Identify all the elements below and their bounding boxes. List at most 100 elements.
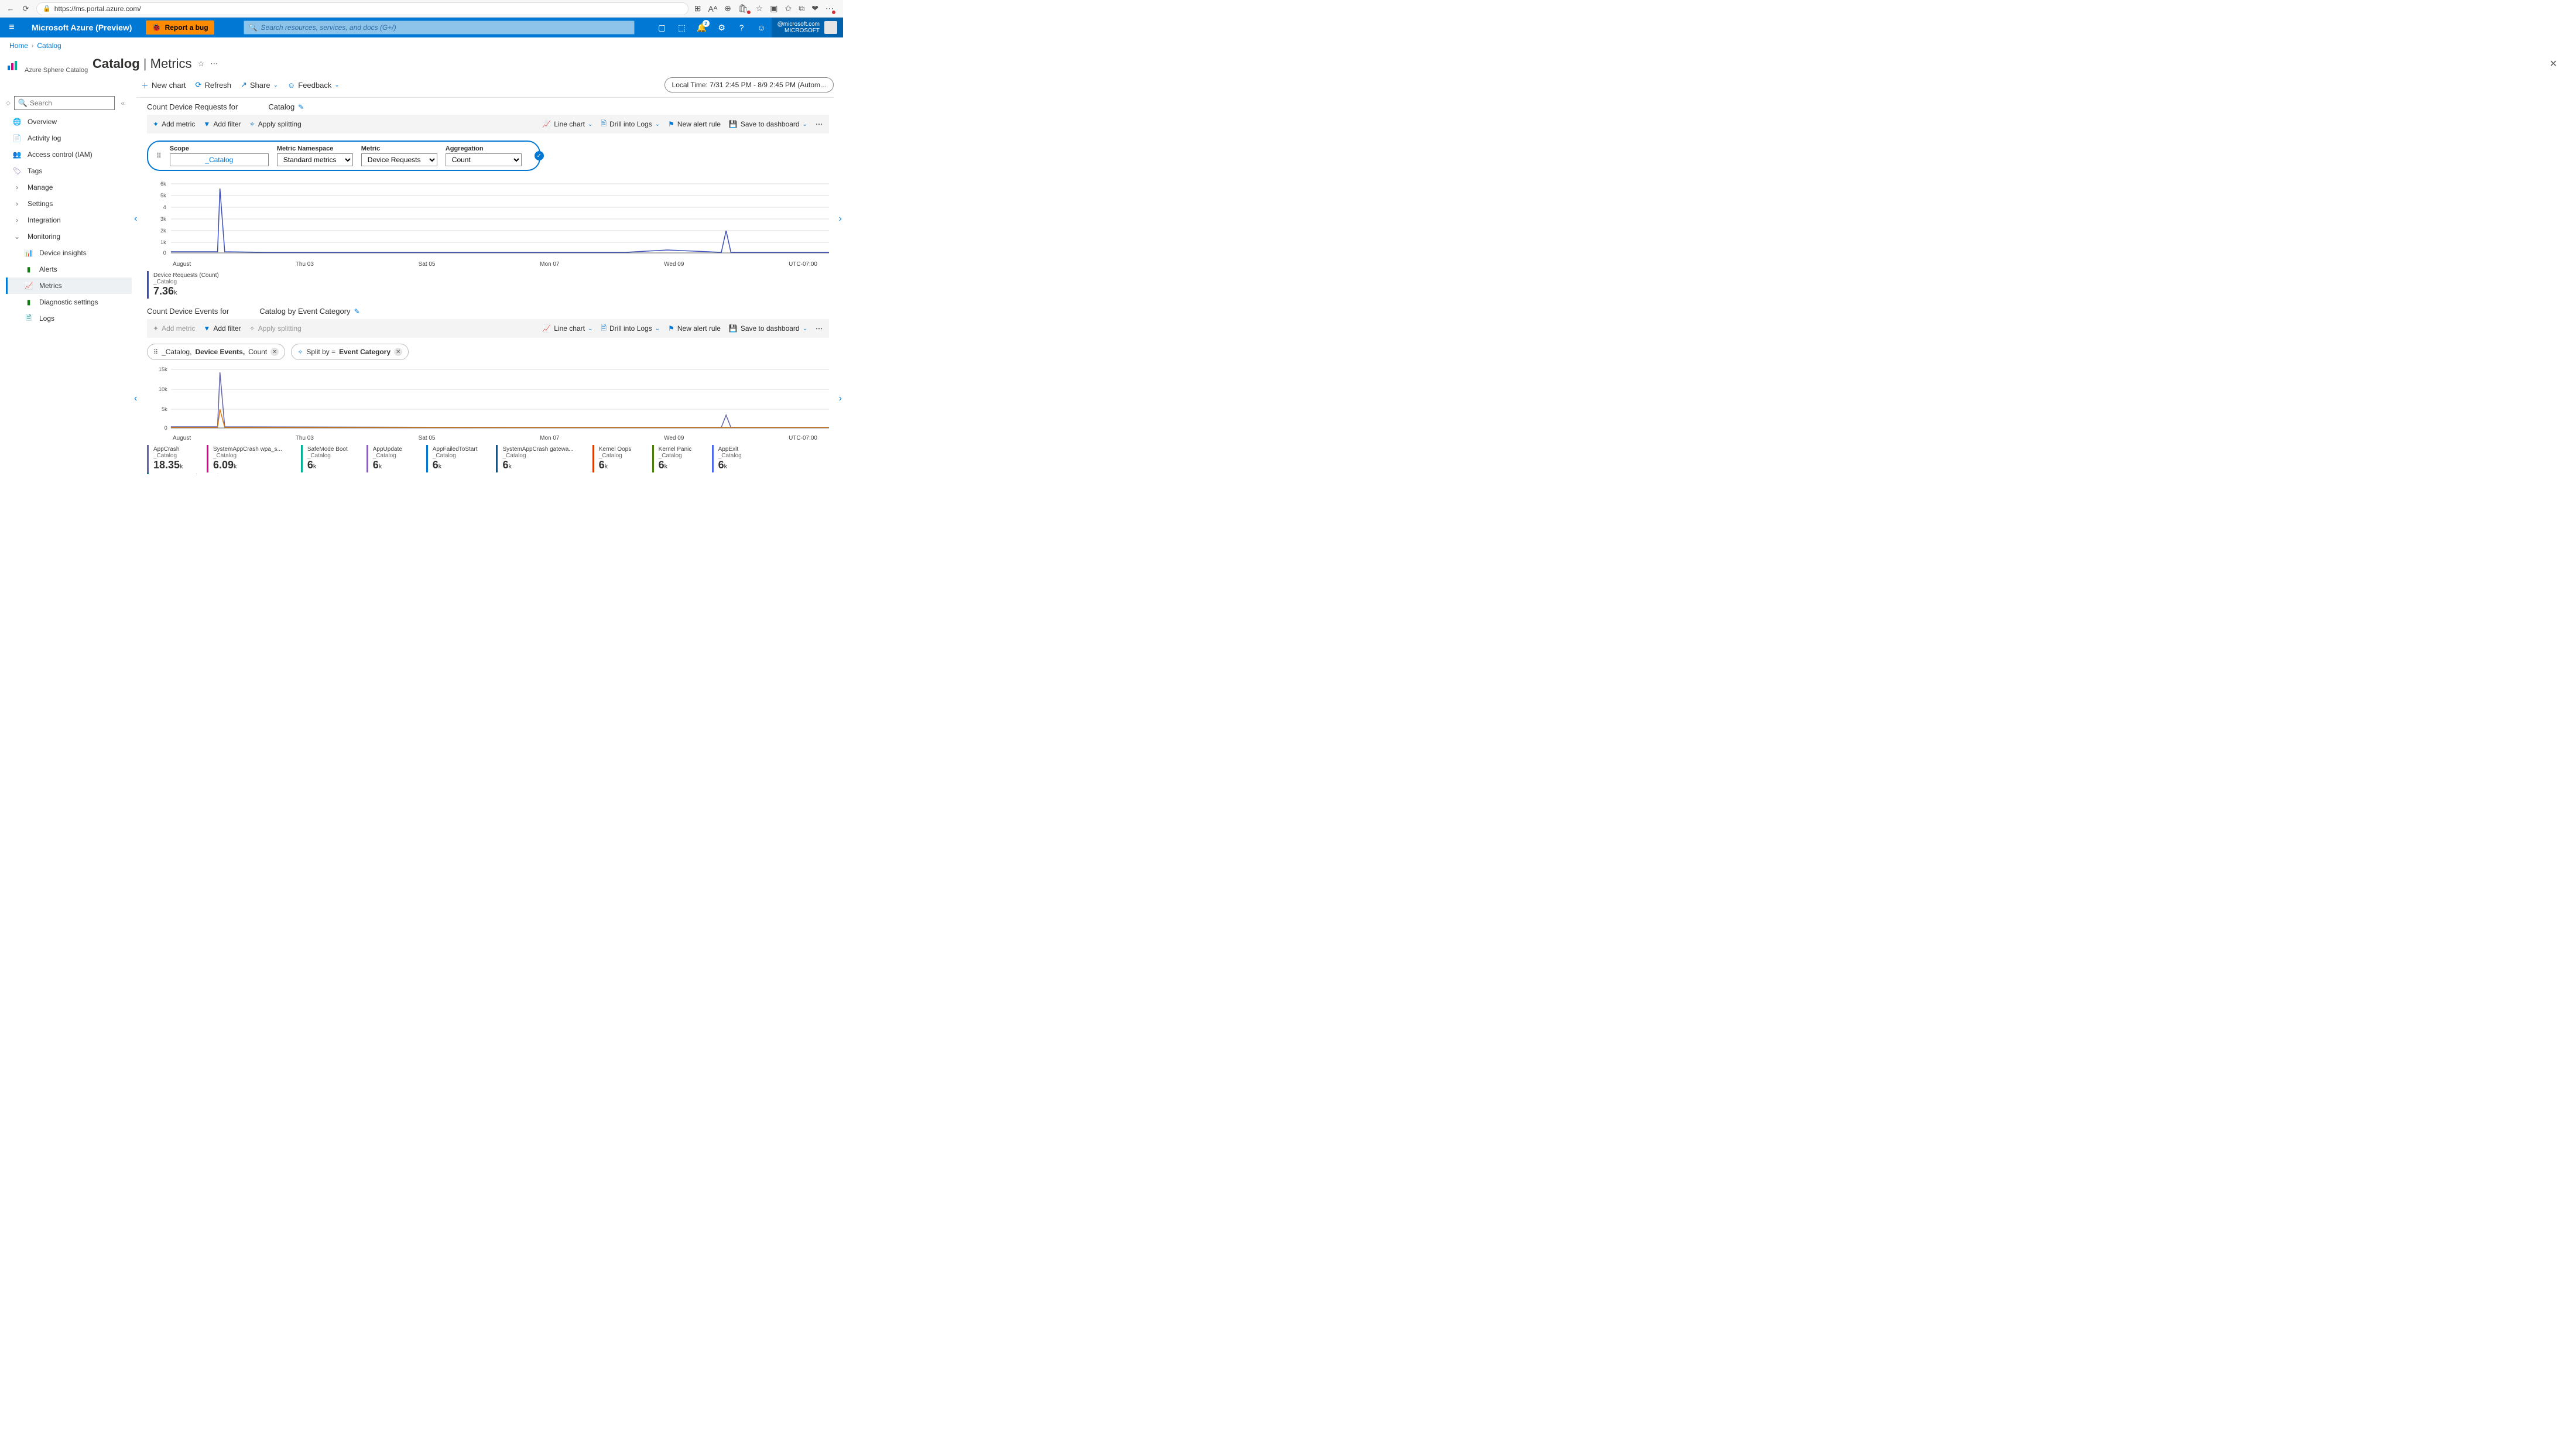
sidebar-item-alerts[interactable]: ▮Alerts xyxy=(6,261,132,278)
favorite-icon[interactable]: ☆ xyxy=(756,4,763,13)
legend-card[interactable]: AppExit_Catalog6k xyxy=(712,445,759,472)
feedback-icon[interactable]: ☺ xyxy=(752,18,772,37)
svg-text:3k: 3k xyxy=(160,216,166,222)
sidebar-item-manage[interactable]: ›Manage xyxy=(6,179,132,196)
text-size-icon[interactable]: Aᴬ xyxy=(708,4,718,13)
legend-card[interactable]: Device Requests (Count) _Catalog 7.36k xyxy=(147,271,225,299)
sidebar-item-device-insights[interactable]: 📊Device insights xyxy=(6,245,132,261)
share-button[interactable]: ↗Share ⌄ xyxy=(241,80,278,90)
chart-scroll-left-button[interactable]: ‹ xyxy=(134,393,137,404)
cloud-shell-icon[interactable]: ▢ xyxy=(652,18,672,37)
legend-card[interactable]: AppFailedToStart_Catalog6k xyxy=(426,445,484,472)
remove-chip-button[interactable]: ✕ xyxy=(270,348,279,356)
edit-title-button[interactable]: ✎ xyxy=(298,103,304,111)
apply-splitting-button[interactable]: ✧Apply splitting xyxy=(249,120,302,128)
sidebar-item-activity-log[interactable]: 📄Activity log xyxy=(6,130,132,146)
sidebar-item-diagnostic[interactable]: ▮Diagnostic settings xyxy=(6,294,132,310)
chart-more-button[interactable]: ⋯ xyxy=(816,120,823,128)
remove-chip-button[interactable]: ✕ xyxy=(394,348,402,356)
expand-icon[interactable]: ◇ xyxy=(6,100,11,107)
confirm-metric-button[interactable]: ✓ xyxy=(535,151,544,160)
new-alert-button[interactable]: ⚑New alert rule xyxy=(668,324,721,333)
browser-refresh-button[interactable]: ⟳ xyxy=(21,4,30,13)
chart-type-button[interactable]: 📈Line chart ⌄ xyxy=(542,324,592,333)
legend-card[interactable]: SystemAppCrash gatewa..._Catalog6k xyxy=(496,445,579,472)
breadcrumb-home[interactable]: Home xyxy=(9,42,28,50)
feedback-button[interactable]: ☺Feedback ⌄ xyxy=(287,81,340,90)
sidebar-item-overview[interactable]: 🌐Overview xyxy=(6,114,132,130)
sidebar-item-monitoring[interactable]: ⌄Monitoring xyxy=(6,228,132,245)
chart-type-button[interactable]: 📈Line chart ⌄ xyxy=(542,120,592,128)
new-alert-button[interactable]: ⚑New alert rule xyxy=(668,120,721,128)
split-screen-icon[interactable]: ▣ xyxy=(770,4,777,13)
browser-back-button[interactable]: ← xyxy=(6,4,15,13)
add-metric-button[interactable]: ✦Add metric xyxy=(153,120,195,128)
close-blade-button[interactable]: ✕ xyxy=(2550,58,2557,70)
metric-select[interactable]: Device Requests xyxy=(361,153,437,166)
add-metric-button[interactable]: ✦Add metric xyxy=(153,324,195,333)
sidebar-item-logs[interactable]: 🗎Logs xyxy=(6,310,132,327)
sidebar-item-tags[interactable]: 🏷Tags xyxy=(6,163,132,179)
chart-scroll-right-button[interactable]: › xyxy=(839,393,842,404)
add-filter-button[interactable]: ▼Add filter xyxy=(203,120,241,128)
time-range-button[interactable]: Local Time: 7/31 2:45 PM - 8/9 2:45 PM (… xyxy=(664,77,834,93)
browser-more-icon[interactable]: ⋯ xyxy=(825,4,834,13)
report-bug-button[interactable]: 🐞 Report a bug xyxy=(146,20,214,35)
sidebar-item-label: Diagnostic settings xyxy=(39,298,98,306)
collapse-sidebar-button[interactable]: « xyxy=(118,99,127,107)
sidebar-item-settings[interactable]: ›Settings xyxy=(6,196,132,212)
global-search-bar[interactable]: 🔍 xyxy=(244,20,635,35)
legend-card[interactable]: SystemAppCrash azured_Catalog6k xyxy=(147,472,224,474)
sidebar-search-input[interactable] xyxy=(30,99,111,107)
user-account-button[interactable]: @microsoft.com MICROSOFT xyxy=(772,18,843,37)
health-icon[interactable]: ❤ xyxy=(811,4,818,13)
sidebar-item-integration[interactable]: ›Integration xyxy=(6,212,132,228)
collections-icon[interactable]: ⧉ xyxy=(799,4,804,13)
add-filter-button[interactable]: ▼Add filter xyxy=(203,324,241,333)
sidebar-item-access-control[interactable]: 👥Access control (IAM) xyxy=(6,146,132,163)
notifications-icon[interactable]: 🔔2 xyxy=(692,18,712,37)
help-icon[interactable]: ? xyxy=(732,18,752,37)
scope-input[interactable] xyxy=(170,153,269,166)
split-chip[interactable]: ✧ Split by = Event Category ✕ xyxy=(291,344,409,360)
azure-brand-link[interactable]: Microsoft Azure (Preview) xyxy=(23,23,140,32)
legend-card[interactable]: Kernel Panic_Catalog6k xyxy=(652,445,699,472)
favorites-bar-icon[interactable]: ✩ xyxy=(785,4,792,13)
aggregation-select[interactable]: Count xyxy=(446,153,522,166)
breadcrumb-catalog[interactable]: Catalog xyxy=(37,42,61,50)
edit-title-button[interactable]: ✎ xyxy=(354,307,360,316)
azure-header: ≡ Microsoft Azure (Preview) 🐞 Report a b… xyxy=(0,18,843,37)
settings-icon[interactable]: ⚙ xyxy=(712,18,732,37)
metric-chip[interactable]: ⠿ _Catalog, Device Events, Count ✕ xyxy=(147,344,285,360)
legend-card[interactable]: Kernel Oops_Catalog6k xyxy=(592,445,639,472)
chart-1-x-axis: August Thu 03 Sat 05 Mon 07 Wed 09 UTC-0… xyxy=(147,260,829,268)
zoom-icon[interactable]: ⊕ xyxy=(724,4,731,13)
drill-logs-button[interactable]: 🗎Drill into Logs ⌄ xyxy=(601,118,660,131)
browser-url-field[interactable]: 🔒 https://ms.portal.azure.com/ xyxy=(36,2,688,15)
extension-icon[interactable]: ⊞ xyxy=(694,4,701,13)
sidebar-item-metrics[interactable]: 📈Metrics xyxy=(6,278,132,294)
save-dashboard-button[interactable]: 💾Save to dashboard⌄ xyxy=(729,324,807,333)
chart-more-button[interactable]: ⋯ xyxy=(816,324,823,333)
namespace-select[interactable]: Standard metrics xyxy=(277,153,353,166)
directories-icon[interactable]: ⬚ xyxy=(672,18,692,37)
metrics-toolbar: ＋New chart ⟳Refresh ↗Share ⌄ ☺Feedback ⌄… xyxy=(136,77,834,98)
chart-scroll-left-button[interactable]: ‹ xyxy=(134,214,137,224)
apply-splitting-button[interactable]: ✧Apply splitting xyxy=(249,324,302,333)
svg-text:6k: 6k xyxy=(160,181,166,187)
chart-scroll-right-button[interactable]: › xyxy=(839,214,842,224)
legend-card[interactable]: SystemAppCrash wpa_s..._Catalog6.09k xyxy=(207,445,288,472)
hamburger-menu-button[interactable]: ≡ xyxy=(0,22,23,33)
save-dashboard-button[interactable]: 💾Save to dashboard⌄ xyxy=(729,120,807,128)
sidebar-search[interactable]: 🔍 xyxy=(14,96,115,110)
new-chart-button[interactable]: ＋New chart xyxy=(141,80,186,91)
drag-handle-icon[interactable]: ⠿ xyxy=(156,152,162,160)
shopping-icon[interactable]: 🛍 xyxy=(738,4,749,13)
legend-card[interactable]: SafeMode Boot_Catalog6k xyxy=(301,445,354,472)
refresh-button[interactable]: ⟳Refresh xyxy=(196,80,231,90)
legend-card[interactable]: AppCrash_Catalog18.35k xyxy=(147,445,194,472)
drill-logs-button[interactable]: 🗎Drill into Logs ⌄ xyxy=(601,323,660,335)
legend-value: 6.09 xyxy=(213,459,234,471)
global-search-input[interactable] xyxy=(261,23,629,32)
legend-card[interactable]: AppUpdate_Catalog6k xyxy=(366,445,413,472)
